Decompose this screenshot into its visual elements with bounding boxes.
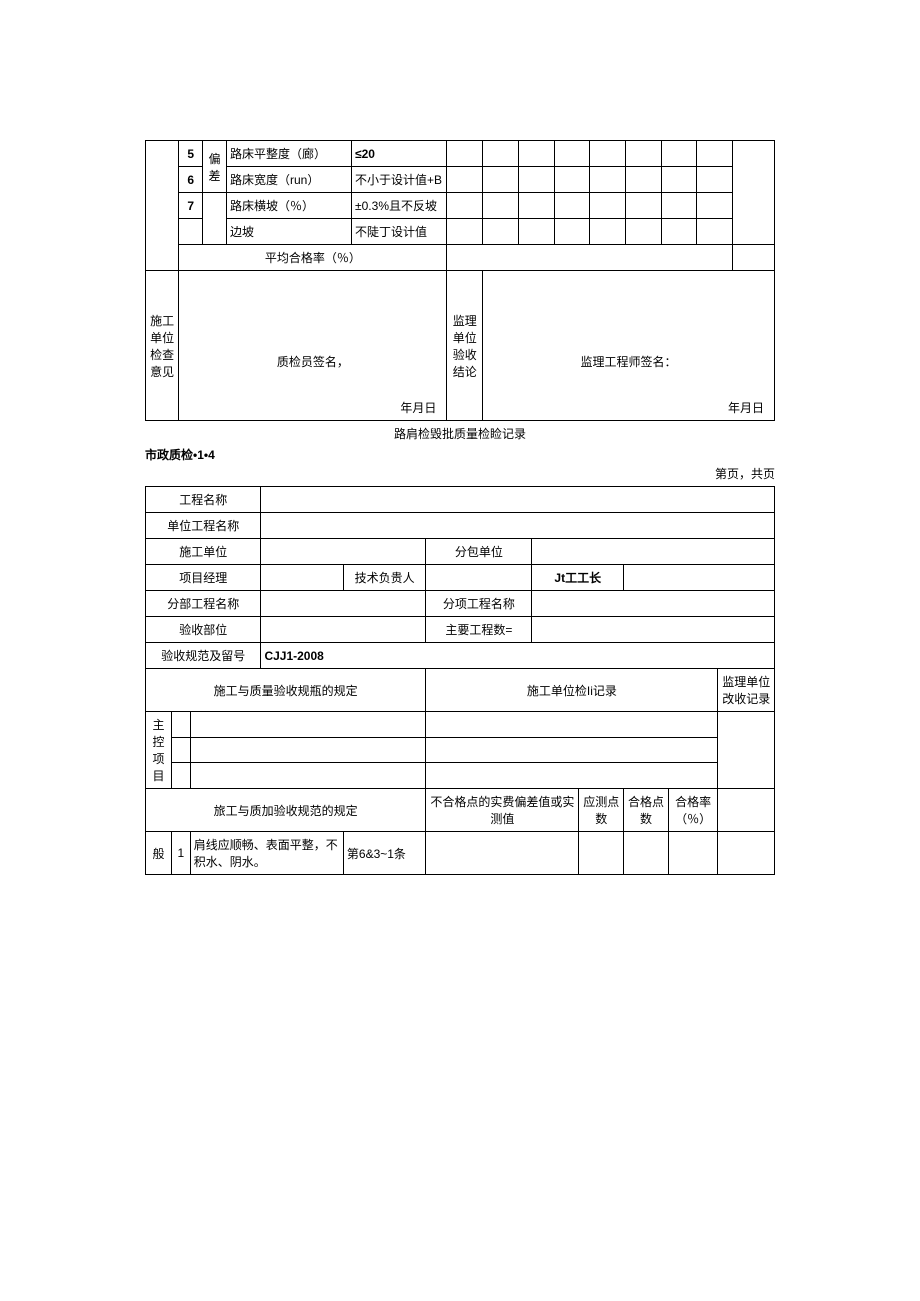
- table-row: 验收部位 主要工程数=: [146, 617, 775, 643]
- acceptance-part-label: 验收部位: [146, 617, 261, 643]
- subcontractor-label: 分包单位: [426, 539, 532, 565]
- construction-unit-label: 施工单位: [146, 539, 261, 565]
- remark-cell: [733, 141, 775, 245]
- subitem-project-label: 分项工程名称: [426, 591, 532, 617]
- table-row: 般 1 肩线应顺畅、表面平整，不积水、阴水。 第6&3~1条: [146, 832, 775, 875]
- table-row: 工程名称: [146, 487, 775, 513]
- table-row: 单位工程名称: [146, 513, 775, 539]
- row-group: [146, 141, 179, 271]
- table-row: 平均合格率（％）: [146, 245, 775, 271]
- project-name-label: 工程名称: [146, 487, 261, 513]
- project-manager-label: 项目经理: [146, 565, 261, 591]
- signature-row: 施工单位检查意见 质检员签名， 年月日 监理单位验收结论 监理工程师签名： 年月…: [146, 271, 775, 421]
- inspector-sign-label: 质检员签名，: [277, 353, 349, 370]
- inspection-record-table: 工程名称 单位工程名称 施工单位 分包单位 项目经理 技术负贵人 Jt工工长 分…: [145, 486, 775, 875]
- foreman-label: Jt工工长: [532, 565, 624, 591]
- inspector-date: 年月日: [400, 399, 436, 416]
- main-control-label: 主控项目: [146, 712, 172, 789]
- row-num: 5: [179, 141, 203, 167]
- avg-pass-label: 平均合格率（％）: [179, 245, 447, 271]
- table-row: 验收规范及留号 CJJ1-2008: [146, 643, 775, 669]
- supervision-conclusion-label: 监理单位验收结论: [447, 271, 483, 421]
- side-label: 偏差: [203, 141, 227, 193]
- item-name: 路床宽度（run）: [226, 167, 351, 193]
- row-num: [179, 219, 203, 245]
- item-spec: 不小于设计值+B: [352, 167, 447, 193]
- construction-opinion-label: 施工单位检查意见: [146, 271, 179, 421]
- inspector-signature-cell: 质检员签名， 年月日: [179, 271, 447, 421]
- row-num: 7: [179, 193, 203, 219]
- supervisor-sign-label: 监理工程师签名：: [581, 353, 677, 370]
- row-num: 1: [171, 832, 190, 875]
- general-label: 般: [146, 832, 172, 875]
- header-row: 施工与质量验收规瓶的规定 施工单位检Ii记录 监理单位改收记录: [146, 669, 775, 712]
- deviation-header: 不合格点的实费偏差值或实测值: [426, 789, 579, 832]
- item-spec: ±0.3%且不反坡: [352, 193, 447, 219]
- table-row: 边坡 不陡丁设计值: [146, 219, 775, 245]
- page-indicator: 第页，共页: [145, 465, 775, 482]
- item-spec: ≤20: [352, 141, 447, 167]
- item-name: 路床平整度（廊）: [226, 141, 351, 167]
- table-row: 主控项目: [146, 712, 775, 738]
- clause-ref: 第6&3~1条: [343, 832, 425, 875]
- construction-record-header: 施工单位检Ii记录: [426, 669, 718, 712]
- deviation-table: 5 偏差 路床平整度（廊） ≤20 6 路床宽度（run） 不小于设计值+B 7…: [145, 140, 775, 421]
- item-description: 肩线应顺畅、表面平整，不积水、阴水。: [190, 832, 343, 875]
- tech-lead-label: 技术负贵人: [343, 565, 425, 591]
- table-row: [146, 737, 775, 763]
- supervisor-signature-cell: 监理工程师签名： 年月日: [483, 271, 775, 421]
- table-row: 7 路床横坡（％） ±0.3%且不反坡: [146, 193, 775, 219]
- table-row: 项目经理 技术负贵人 Jt工工长: [146, 565, 775, 591]
- project-name-value: [261, 487, 775, 513]
- item-name: 边坡: [226, 219, 351, 245]
- pass-rate-header: 合格率（％）: [668, 789, 717, 832]
- quality-spec-header: 施工与质量验收规瓶的规定: [146, 669, 426, 712]
- header-row: 旅工与质加验收规范的规定 不合格点的实费偏差值或实测值 应测点数 合格点数 合格…: [146, 789, 775, 832]
- measured-points-header: 应测点数: [579, 789, 624, 832]
- table-row: [146, 763, 775, 789]
- qualified-points-header: 合格点数: [624, 789, 669, 832]
- standard-number-label: 验收规范及留号: [146, 643, 261, 669]
- table-row: 分部工程名称 分项工程名称: [146, 591, 775, 617]
- row-num: 6: [179, 167, 203, 193]
- supervisor-date: 年月日: [728, 399, 764, 416]
- unit-project-label: 单位工程名称: [146, 513, 261, 539]
- branch-project-label: 分部工程名称: [146, 591, 261, 617]
- table-row: 6 路床宽度（run） 不小于设计值+B: [146, 167, 775, 193]
- supervision-record-header: 监理单位改收记录: [718, 669, 775, 712]
- item-name: 路床横坡（％）: [226, 193, 351, 219]
- record-title: 路肩检毁批质量检睑记录: [145, 425, 775, 442]
- table-row: 施工单位 分包单位: [146, 539, 775, 565]
- table-row: 5 偏差 路床平整度（廊） ≤20: [146, 141, 775, 167]
- doc-code: 市政质检•1•4: [145, 446, 775, 463]
- main-quantity-label: 主要工程数=: [426, 617, 532, 643]
- item-spec: 不陡丁设计值: [352, 219, 447, 245]
- standard-number-value: CJJ1-2008: [261, 643, 775, 669]
- unit-project-value: [261, 513, 775, 539]
- acceptance-spec-header: 旅工与质加验收规范的规定: [146, 789, 426, 832]
